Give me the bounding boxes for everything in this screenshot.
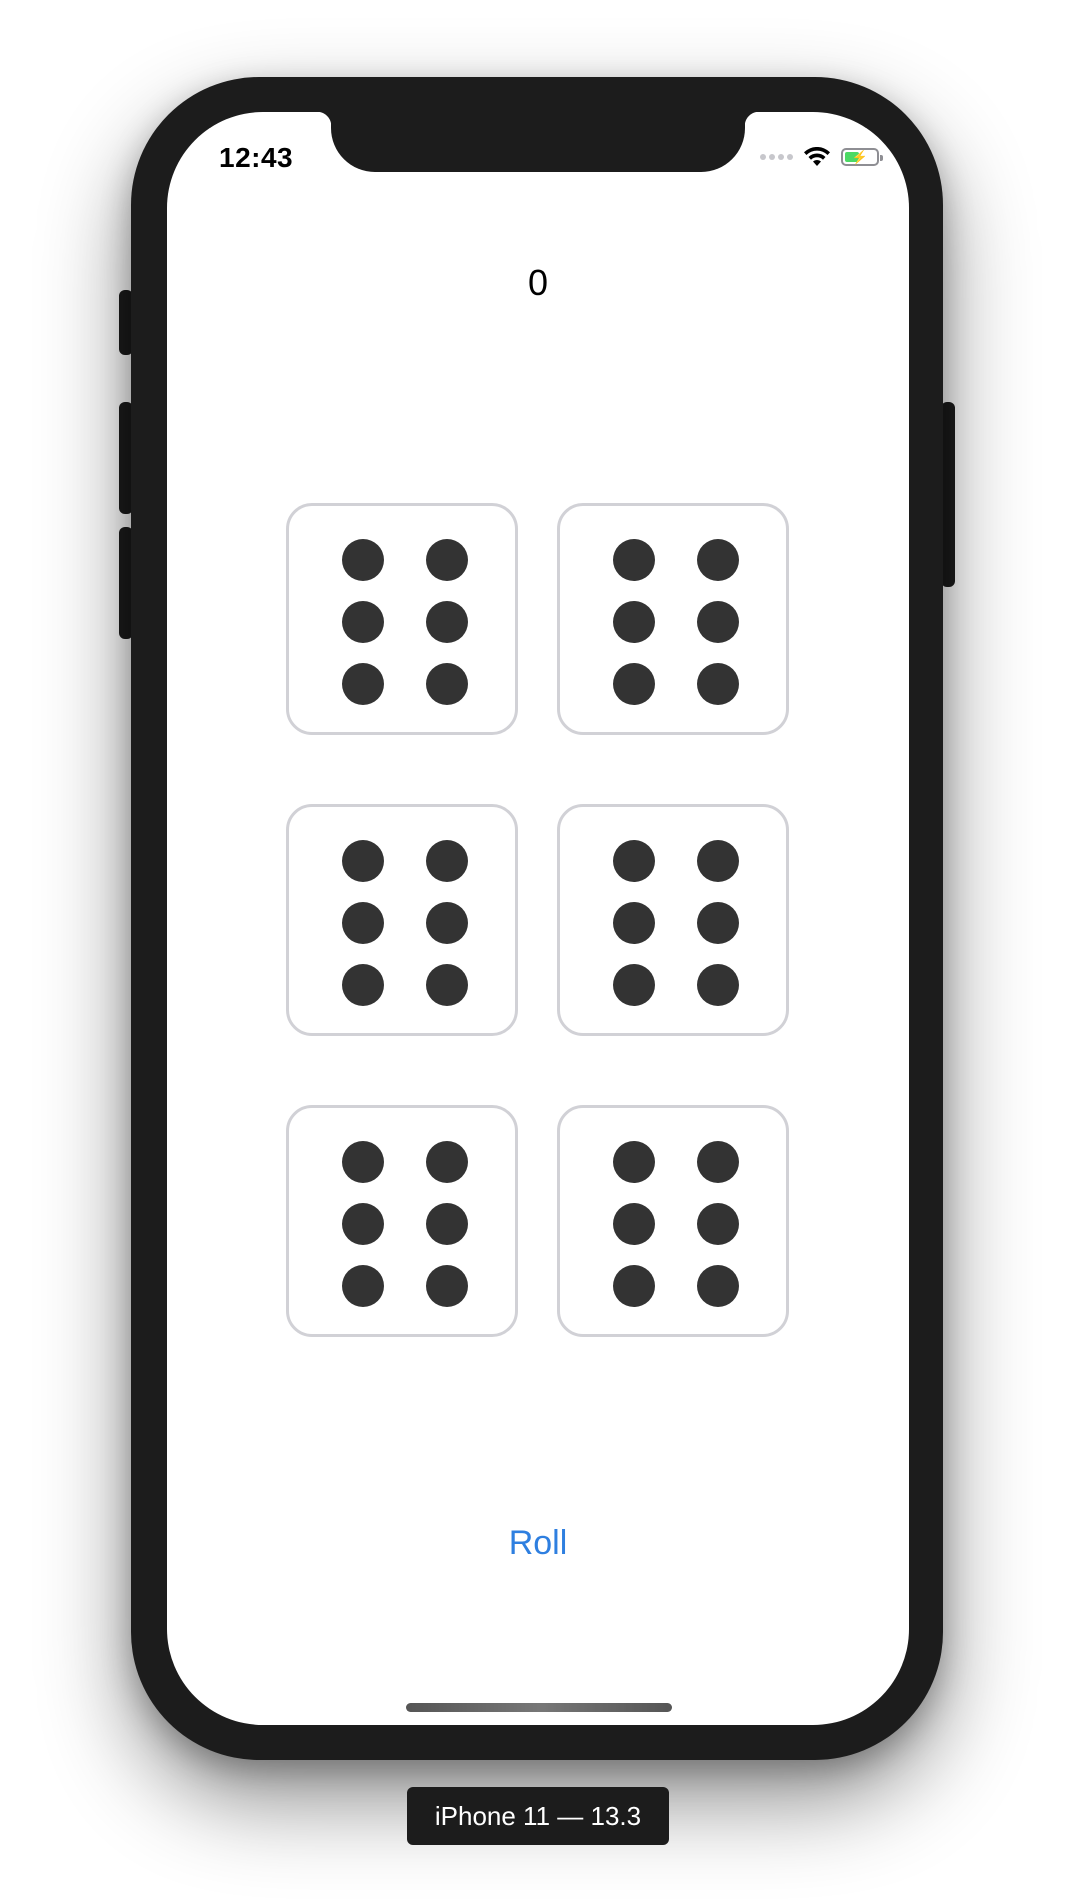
die-pip [426, 840, 468, 882]
home-indicator[interactable] [406, 1703, 672, 1712]
die-pip [613, 1265, 655, 1307]
status-time: 12:43 [219, 142, 294, 173]
die-pip [342, 1141, 384, 1183]
phone-screen: 12:43 ⚡ 0 Roll [167, 112, 909, 1725]
score-label: 0 [527, 262, 549, 303]
die-pip [613, 539, 655, 581]
die-pip [342, 902, 384, 944]
die-pip [697, 663, 739, 705]
cellular-signal-icon [760, 154, 793, 160]
die-pip [613, 902, 655, 944]
roll-button[interactable]: Roll [167, 1524, 909, 1563]
die-pip [342, 601, 384, 643]
die-4[interactable] [557, 804, 789, 1036]
die-pip [613, 663, 655, 705]
die-pip [697, 1141, 739, 1183]
die-pip [426, 539, 468, 581]
notch [317, 112, 759, 172]
die-pip [697, 840, 739, 882]
die-pip [426, 601, 468, 643]
dice-grid [286, 503, 789, 1337]
die-pip [697, 1265, 739, 1307]
die-pip [426, 964, 468, 1006]
die-pip [342, 539, 384, 581]
die-pip [426, 1265, 468, 1307]
die-pip [613, 840, 655, 882]
die-pip [697, 1203, 739, 1245]
die-pip [426, 902, 468, 944]
wifi-icon [804, 147, 830, 166]
side-power-button [941, 402, 955, 587]
die-pip [342, 1203, 384, 1245]
die-pip [697, 601, 739, 643]
die-pip [342, 663, 384, 705]
die-pip [613, 964, 655, 1006]
charging-bolt-icon: ⚡ [851, 149, 869, 165]
die-pip [342, 840, 384, 882]
die-pip [613, 1203, 655, 1245]
die-pip [426, 1203, 468, 1245]
die-pip [342, 1265, 384, 1307]
die-pip [613, 1141, 655, 1183]
die-pip [342, 964, 384, 1006]
simulator-device-label: iPhone 11 — 13.3 [407, 1787, 669, 1845]
die-pip [426, 1141, 468, 1183]
die-pip [697, 539, 739, 581]
die-pip [697, 902, 739, 944]
die-pip [697, 964, 739, 1006]
die-3[interactable] [286, 804, 518, 1036]
simulator-stage: 12:43 ⚡ 0 Roll iPhone 11 — 13.3 [0, 0, 1070, 1900]
die-pip [426, 663, 468, 705]
die-1[interactable] [286, 503, 518, 735]
die-6[interactable] [557, 1105, 789, 1337]
die-5[interactable] [286, 1105, 518, 1337]
battery-charging-icon: ⚡ [841, 148, 883, 166]
die-2[interactable] [557, 503, 789, 735]
status-icons: ⚡ [760, 147, 883, 167]
die-pip [613, 601, 655, 643]
